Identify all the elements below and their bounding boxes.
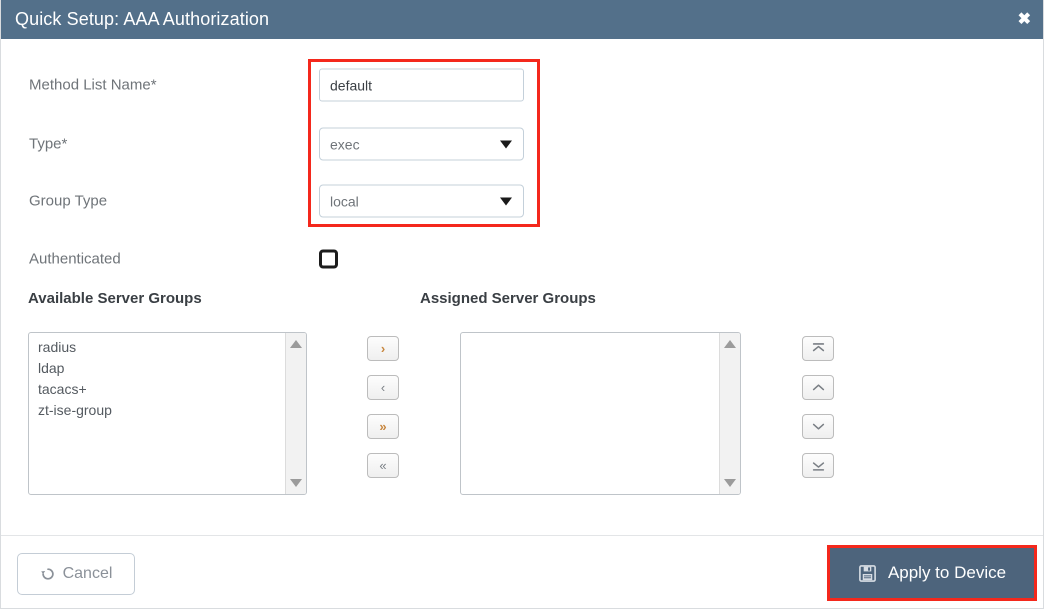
method-list-name-label: Method List Name* [29,76,157,94]
scroll-up-icon[interactable] [724,340,736,348]
bar-chevron-down-icon [812,462,824,471]
move-up-button[interactable] [802,375,834,400]
dialog-title: Quick Setup: AAA Authorization [15,9,270,29]
assigned-server-groups-listbox[interactable] [460,332,741,495]
move-to-top-button[interactable] [802,336,834,361]
scroll-down-icon[interactable] [290,479,302,487]
authenticated-checkbox[interactable] [319,249,338,269]
group-type-select-value: local [330,193,359,209]
order-button-column [802,336,834,492]
list-item[interactable]: ldap [29,358,284,379]
bar-chevron-up-icon [812,343,824,352]
type-control: exec [319,127,524,161]
method-list-name-control [319,68,524,102]
available-server-groups-label: Available Server Groups [28,290,202,307]
group-type-control: local [319,184,524,218]
type-select-value: exec [330,136,360,152]
transfer-button-column: › ‹ » « [367,336,399,492]
method-list-name-input[interactable] [319,68,524,102]
form-row-group-type: Group Type local [1,181,1043,221]
scroll-down-icon[interactable] [724,479,736,487]
list-item[interactable]: radius [29,337,284,358]
type-label: Type* [29,135,68,153]
authenticated-label: Authenticated [29,250,121,268]
group-type-label: Group Type [29,192,108,210]
cancel-button[interactable]: Cancel [17,553,135,595]
assigned-scrollbar[interactable] [719,333,740,494]
move-all-right-button[interactable]: » [367,414,399,439]
floppy-save-icon [859,564,876,582]
form-row-authenticated: Authenticated [1,239,1043,279]
form-row-type: Type* exec [1,124,1043,164]
apply-to-device-label: Apply to Device [887,563,1007,582]
apply-to-device-button[interactable]: Apply to Device [830,548,1034,598]
list-item[interactable]: tacacs+ [29,379,284,400]
move-all-left-button[interactable]: « [367,453,399,478]
quick-setup-dialog: Quick Setup: AAA Authorization ✖ Method … [0,0,1044,609]
available-items-container: radius ldap tacacs+ zt-ise-group [29,337,284,421]
move-right-button[interactable]: › [367,336,399,361]
close-x-icon[interactable]: ✖ [1018,11,1031,28]
authenticated-control [319,249,338,269]
type-select-wrap: exec [319,127,524,161]
assigned-server-groups-label: Assigned Server Groups [420,290,596,307]
available-server-groups-listbox[interactable]: radius ldap tacacs+ zt-ise-group [28,332,307,495]
group-type-select-wrap: local [319,184,524,218]
chevron-up-icon [812,384,824,391]
undo-arrow-icon [40,568,54,580]
group-type-select[interactable]: local [319,184,524,218]
form-row-method-list-name: Method List Name* [1,65,1043,105]
list-item[interactable]: zt-ise-group [29,400,284,421]
available-scrollbar[interactable] [285,333,306,494]
type-select[interactable]: exec [319,127,524,161]
chevron-down-icon [812,423,824,430]
move-to-bottom-button[interactable] [802,453,834,478]
scroll-up-icon[interactable] [290,340,302,348]
move-left-button[interactable]: ‹ [367,375,399,400]
cancel-button-label: Cancel [62,565,113,582]
dialog-titlebar: Quick Setup: AAA Authorization ✖ [1,0,1043,39]
move-down-button[interactable] [802,414,834,439]
